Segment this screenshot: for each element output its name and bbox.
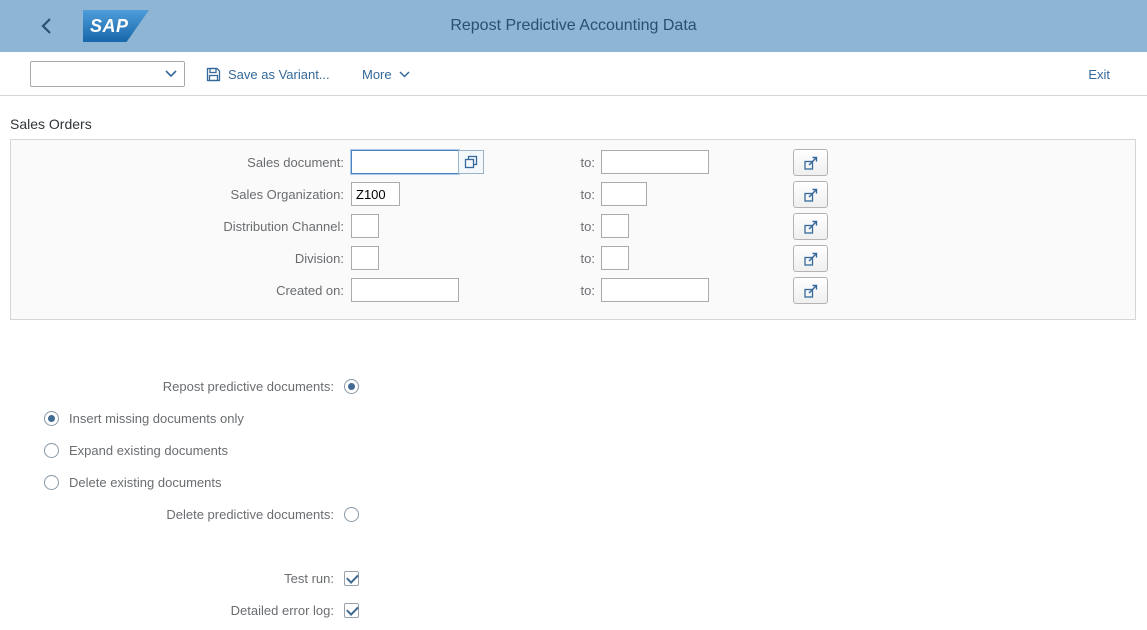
sap-logo: SAP xyxy=(83,10,149,42)
test-run-label: Test run: xyxy=(10,571,334,586)
expand-existing-documents-radio[interactable] xyxy=(44,443,59,458)
section-title-sales-orders: Sales Orders xyxy=(10,116,92,132)
save-as-variant-label: Save as Variant... xyxy=(228,67,330,82)
option-row-insert-missing: Insert missing documents only xyxy=(10,402,1137,434)
chevron-down-icon xyxy=(165,70,177,78)
checkbox-row-detailed-error-log: Detailed error log: xyxy=(10,594,1137,626)
repost-predictive-documents-radio[interactable] xyxy=(344,379,359,394)
distribution-channel-label: Distribution Channel: xyxy=(10,219,344,234)
form-row-created-on: Created on: to: xyxy=(10,274,1116,306)
multi-selection-button[interactable] xyxy=(793,149,828,176)
form-row-distribution-channel: Distribution Channel: to: xyxy=(10,210,1116,242)
value-help-icon xyxy=(464,155,478,169)
shell-header: SAP Repost Predictive Accounting Data xyxy=(0,0,1147,52)
option-row-expand-existing: Expand existing documents xyxy=(10,434,1137,466)
application-toolbar: Save as Variant... More Exit xyxy=(0,52,1147,96)
form-row-sales-organization: Sales Organization: to: xyxy=(10,178,1116,210)
division-to-input[interactable] xyxy=(601,246,629,270)
multi-selection-button[interactable] xyxy=(793,213,828,240)
sales-organization-to-input[interactable] xyxy=(601,182,647,206)
multi-selection-icon xyxy=(803,187,819,203)
save-as-variant-button[interactable]: Save as Variant... xyxy=(206,61,330,87)
page-title: Repost Predictive Accounting Data xyxy=(0,0,1147,52)
sales-document-label: Sales document: xyxy=(10,155,344,170)
distribution-channel-to-input[interactable] xyxy=(601,214,629,238)
to-label: to: xyxy=(555,187,595,202)
insert-missing-documents-radio[interactable] xyxy=(44,411,59,426)
exit-button[interactable]: Exit xyxy=(1088,61,1110,87)
save-floppy-icon xyxy=(206,67,221,82)
form-row-division: Division: to: xyxy=(10,242,1116,274)
more-label: More xyxy=(362,67,392,82)
multi-selection-icon xyxy=(803,219,819,235)
division-input[interactable] xyxy=(351,246,379,270)
option-row-repost: Repost predictive documents: xyxy=(10,370,1137,402)
multi-selection-icon xyxy=(803,251,819,267)
detailed-error-log-label: Detailed error log: xyxy=(10,603,334,618)
delete-existing-documents-radio[interactable] xyxy=(44,475,59,490)
delete-existing-documents-label: Delete existing documents xyxy=(69,475,221,490)
multi-selection-icon xyxy=(803,283,819,299)
multi-selection-button[interactable] xyxy=(793,181,828,208)
sales-document-to-input[interactable] xyxy=(601,150,709,174)
chevron-down-icon xyxy=(399,71,410,78)
sap-gui-window: SAP Repost Predictive Accounting Data Sa… xyxy=(0,0,1147,630)
created-on-to-input[interactable] xyxy=(601,278,709,302)
chevron-left-icon xyxy=(41,17,52,35)
sales-document-input[interactable] xyxy=(351,150,459,174)
to-label: to: xyxy=(555,283,595,298)
form-row-sales-document: Sales document: to: xyxy=(10,146,1116,178)
multi-selection-button[interactable] xyxy=(793,245,828,272)
test-run-checkbox[interactable] xyxy=(344,571,359,586)
checkbox-row-test-run: Test run: xyxy=(10,562,1137,594)
expand-existing-documents-label: Expand existing documents xyxy=(69,443,228,458)
division-label: Division: xyxy=(10,251,344,266)
option-row-delete-predictive: Delete predictive documents: xyxy=(10,498,1137,530)
back-button[interactable] xyxy=(28,0,64,52)
distribution-channel-input[interactable] xyxy=(351,214,379,238)
insert-missing-documents-label: Insert missing documents only xyxy=(69,411,244,426)
multi-selection-icon xyxy=(803,155,819,171)
sales-organization-input[interactable] xyxy=(351,182,400,206)
sales-organization-label: Sales Organization: xyxy=(10,187,344,202)
repost-predictive-documents-label: Repost predictive documents: xyxy=(10,379,334,394)
option-row-delete-existing: Delete existing documents xyxy=(10,466,1137,498)
delete-predictive-documents-radio[interactable] xyxy=(344,507,359,522)
value-help-button[interactable] xyxy=(458,150,484,174)
delete-predictive-documents-label: Delete predictive documents: xyxy=(10,507,334,522)
exit-label: Exit xyxy=(1088,67,1110,82)
detailed-error-log-checkbox[interactable] xyxy=(344,603,359,618)
multi-selection-button[interactable] xyxy=(793,277,828,304)
created-on-label: Created on: xyxy=(10,283,344,298)
to-label: to: xyxy=(555,155,595,170)
to-label: to: xyxy=(555,219,595,234)
created-on-input[interactable] xyxy=(351,278,459,302)
to-label: to: xyxy=(555,251,595,266)
variant-combobox[interactable] xyxy=(30,61,185,87)
more-button[interactable]: More xyxy=(362,61,410,87)
